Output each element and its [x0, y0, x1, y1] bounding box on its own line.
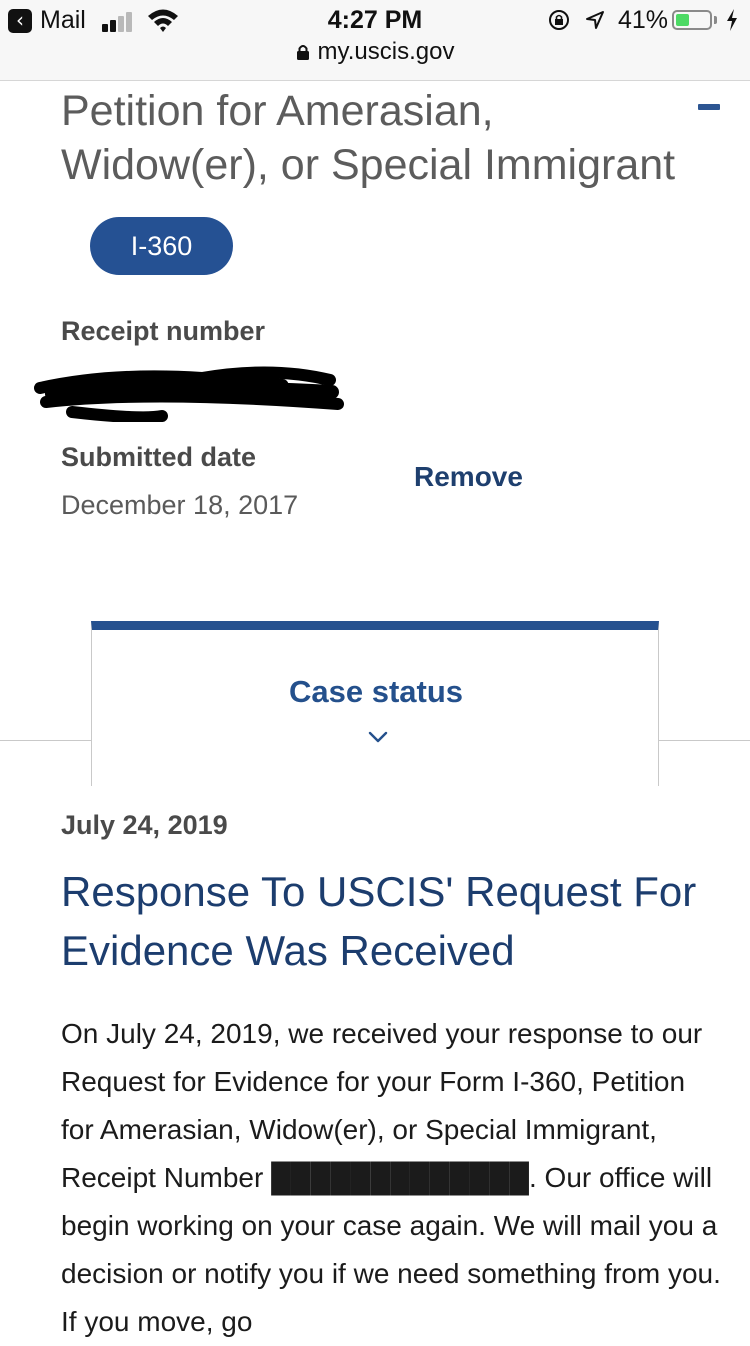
receipt-number-label: Receipt number	[61, 316, 266, 346]
status-heading: Response To USCIS' Request For Evidence …	[61, 868, 697, 974]
collapse-icon[interactable]	[698, 104, 720, 110]
rotation-lock-icon	[549, 10, 569, 30]
status-description: On July 24, 2019, we received your respo…	[61, 1018, 721, 1337]
submitted-date-label: Submitted date	[61, 442, 257, 472]
battery-level-fill	[676, 14, 689, 26]
secure-lock-icon	[296, 45, 309, 60]
battery-icon	[672, 10, 712, 30]
remove-case-link[interactable]: Remove	[414, 461, 523, 493]
battery-tip	[714, 16, 717, 24]
tab-case-status-label: Case status	[288, 674, 464, 709]
form-number-badge: I-360	[90, 217, 233, 275]
tab-divider-left	[0, 740, 91, 741]
status-date: July 24, 2019	[61, 810, 228, 840]
url-bar[interactable]: my.uscis.gov	[0, 38, 750, 66]
charging-bolt-icon	[727, 9, 737, 31]
redaction-scribble	[34, 366, 344, 422]
chevron-down-icon	[368, 731, 388, 743]
tab-case-status[interactable]: Case status	[91, 621, 659, 786]
location-arrow-icon	[586, 11, 604, 29]
status-bar: ‹ Mail 4:27 PM 41% my.uscis.gov	[0, 0, 750, 81]
battery-percent: 41%	[618, 6, 669, 34]
url-domain: my.uscis.gov	[317, 38, 455, 65]
tab-divider-right	[659, 740, 750, 741]
submitted-date-value: December 18, 2017	[61, 490, 299, 520]
form-title: Petition for Amerasian, Widow(er), or Sp…	[61, 87, 676, 189]
